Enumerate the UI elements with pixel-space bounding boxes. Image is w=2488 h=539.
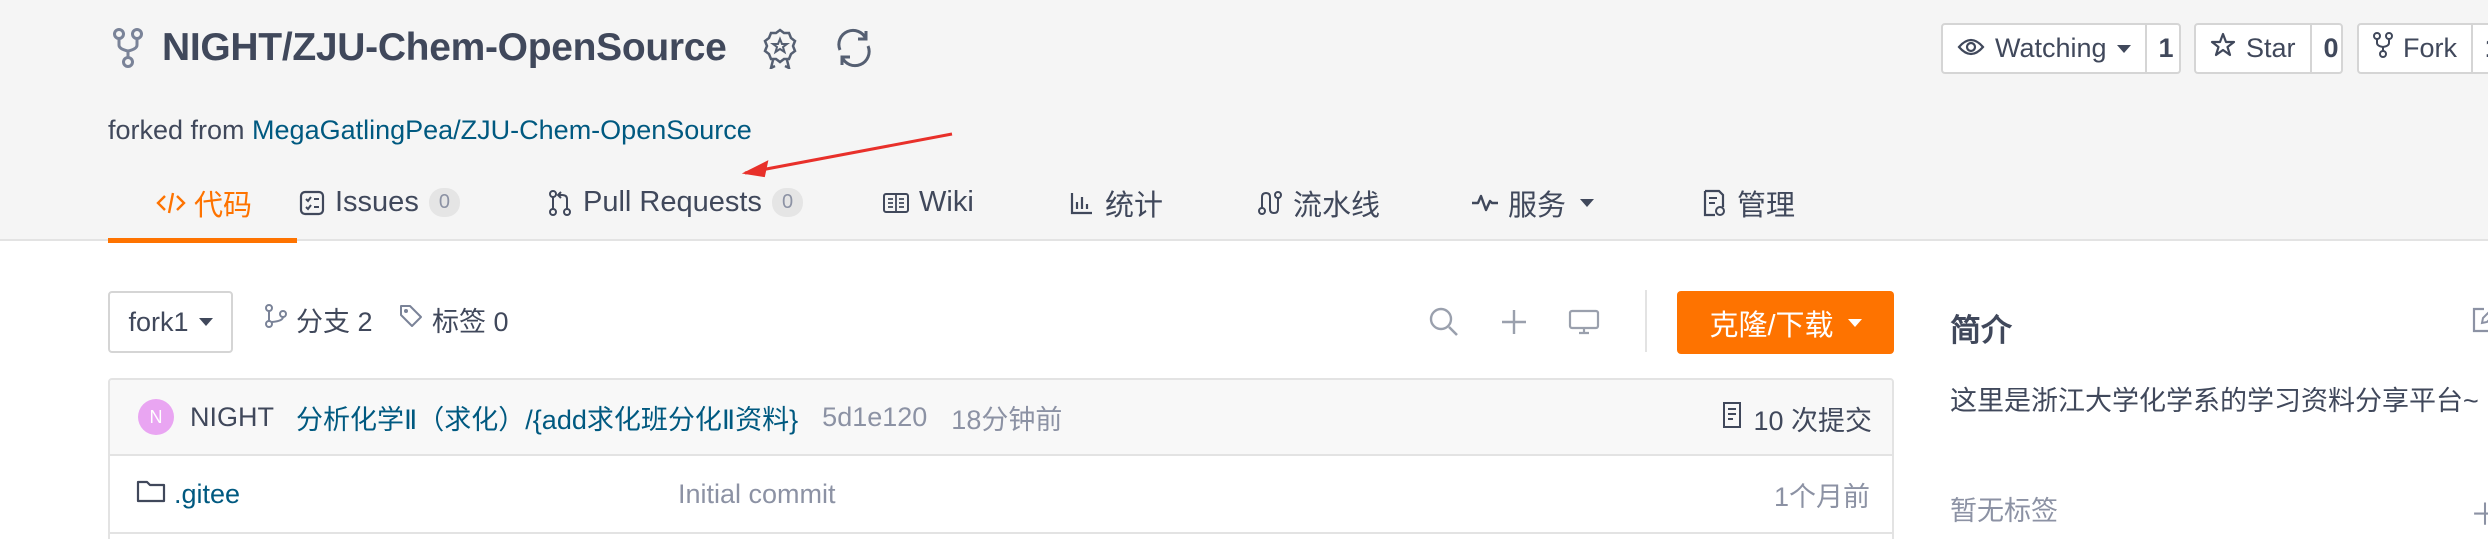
tab-pipeline-label: 流水线 [1293,189,1381,222]
commit-time: 18分钟前 [951,404,1063,435]
no-tags-text: 暂无标签 [1950,496,2058,526]
tab-service-label: 服务 [1508,189,1567,222]
fork-count[interactable]: 1 [2471,25,2488,72]
tab-wiki-label: Wiki [919,186,974,218]
tab-code[interactable]: 代码 [108,168,297,243]
watch-button[interactable]: Watching 1 [1941,23,2181,74]
branch-icon [264,303,288,336]
tab-code-label: 代码 [194,189,253,222]
clone-download-button[interactable]: 克隆/下载 [1677,291,1894,354]
tags-link[interactable]: 标签 0 [398,300,509,339]
commit-hash[interactable]: 5d1e120 [822,402,927,433]
award-badge-icon[interactable] [757,25,803,71]
tab-service[interactable]: 服务 [1470,168,1699,241]
fork-label: Fork [2403,33,2457,63]
latest-commit-bar: N NIGHT 分析化学Ⅱ（求化）/{add求化班分化Ⅱ资料} 5d1e120 … [110,380,1892,456]
tab-pipeline[interactable]: 流水线 [1255,168,1470,241]
toolbar-divider [1645,290,1647,352]
issues-icon [297,188,327,218]
repo-title-row: NIGHT/ZJU-Chem-OpenSource [108,20,879,76]
tags-label: 标签 0 [432,307,509,337]
issues-count-badge: 0 [428,188,460,217]
table-row[interactable]: .gitee Initial commit 1个月前 [110,456,1892,534]
star-icon [2210,32,2236,65]
fork-button[interactable]: Fork 1 [2357,23,2488,74]
commit-message[interactable]: 分析化学Ⅱ（求化）/{add求化班分化Ⅱ资料} [296,398,798,437]
star-button[interactable]: Star 0 [2194,23,2343,74]
commits-icon [1721,401,1743,436]
pipeline-icon [1255,188,1285,218]
tab-issues-label: Issues [335,186,419,218]
fork-icon [108,24,148,72]
file-commit-message[interactable]: Initial commit [678,479,836,510]
manage-icon [1699,188,1729,218]
tag-icon [398,303,424,336]
wiki-icon [881,188,911,218]
watch-label: Watching [1995,33,2107,63]
tab-manage-label: 管理 [1737,189,1796,222]
sidebar-title: 简介 [1950,313,2012,348]
search-icon[interactable] [1424,302,1464,342]
repo-description: 这里是浙江大学化学系的学习资料分享平台~ [1950,386,2479,416]
avatar[interactable]: N [138,399,174,435]
star-count[interactable]: 0 [2309,25,2351,72]
watch-count[interactable]: 1 [2144,25,2186,72]
add-tag-icon[interactable]: ＋ [2470,490,2488,534]
branch-current: fork1 [128,306,189,337]
branches-label: 分支 2 [296,307,373,337]
tab-stats-label: 统计 [1105,189,1164,222]
repo-tabs: 代码 Issues 0 Pull Requests 0 Wiki 统计 流水线 … [108,168,1859,243]
commit-count-link[interactable]: 10 次提交 [1721,380,1872,456]
chevron-down-icon [1847,318,1862,327]
folder-icon [136,479,166,510]
web-ide-icon[interactable] [1564,302,1604,342]
tab-stats[interactable]: 统计 [1067,168,1255,241]
repo-name[interactable]: NIGHT/ZJU-Chem-OpenSource [162,26,727,70]
stats-icon [1067,188,1097,218]
chevron-down-icon [198,318,213,326]
chevron-down-icon [1580,198,1595,207]
service-icon [1470,188,1500,218]
clone-download-label: 克隆/下载 [1709,309,1834,342]
pull-requests-count-badge: 0 [771,188,804,217]
tab-manage[interactable]: 管理 [1699,168,1859,241]
file-list: N NIGHT 分析化学Ⅱ（求化）/{add求化班分化Ⅱ资料} 5d1e120 … [108,378,1894,539]
commit-count-label: 10 次提交 [1753,405,1872,436]
eye-icon [1957,33,1985,64]
forked-from-line: forked from MegaGatlingPea/ZJU-Chem-Open… [108,115,752,146]
code-icon [156,188,186,218]
branches-link[interactable]: 分支 2 [264,300,373,339]
tab-pull-requests[interactable]: Pull Requests 0 [545,168,881,241]
tab-issues[interactable]: Issues 0 [297,168,545,241]
forked-source-link[interactable]: MegaGatlingPea/ZJU-Chem-OpenSource [252,115,752,145]
tab-pull-requests-label: Pull Requests [583,186,762,218]
sync-icon[interactable] [829,23,879,73]
fork-icon [2373,32,2393,65]
star-label: Star [2246,33,2296,63]
commit-author[interactable]: NIGHT [190,402,274,433]
branch-select[interactable]: fork1 [108,291,233,353]
chevron-down-icon [2116,44,2131,53]
forked-from-prefix: forked from [108,115,253,145]
edit-icon[interactable] [2470,305,2488,335]
pull-request-icon [545,188,575,218]
file-name[interactable]: .gitee [174,479,240,510]
add-file-icon[interactable] [1494,302,1534,342]
file-time: 1个月前 [1773,481,1870,512]
tab-wiki[interactable]: Wiki [881,168,1067,241]
